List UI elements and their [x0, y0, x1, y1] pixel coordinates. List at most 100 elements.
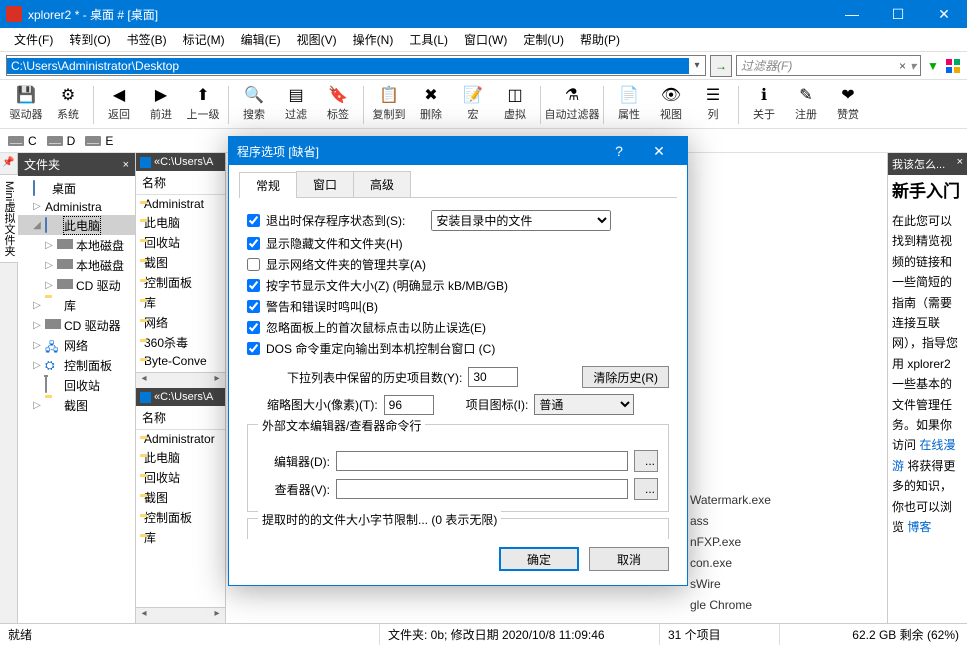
toolbar-button[interactable]: 📝宏	[453, 84, 493, 124]
tree-item[interactable]: ◢此电脑	[18, 215, 135, 235]
editor-input[interactable]	[336, 451, 628, 471]
expand-icon[interactable]: ▷	[32, 360, 42, 371]
pane1-tab[interactable]: «C:\Users\A	[136, 153, 225, 171]
tree-item[interactable]: 回收站	[18, 375, 135, 395]
expand-icon[interactable]: ▷	[44, 240, 54, 251]
tree-item[interactable]: ▷Administra	[18, 198, 135, 215]
dialog-tab[interactable]: 高级	[353, 171, 411, 197]
file-item[interactable]: con.exe	[690, 553, 771, 574]
list-item[interactable]: Administrat	[136, 195, 225, 212]
option-checkbox[interactable]	[247, 237, 260, 250]
menu-item[interactable]: 窗口(W)	[456, 29, 515, 50]
thumb-size-input[interactable]	[384, 395, 434, 415]
minimize-button[interactable]: —	[829, 0, 875, 28]
list-item[interactable]: 控制面板	[136, 272, 225, 292]
menu-item[interactable]: 编辑(E)	[233, 29, 289, 50]
pin-icon[interactable]: 📌	[2, 157, 14, 168]
ok-button[interactable]: 确定	[499, 547, 579, 571]
toolbar-button[interactable]: ⬆上一级	[183, 84, 223, 124]
menu-item[interactable]: 转到(O)	[61, 29, 118, 50]
item-icon-select[interactable]: 普通	[534, 394, 634, 415]
help-link-blog[interactable]: 博客	[907, 520, 931, 534]
option-checkbox[interactable]	[247, 300, 260, 313]
expand-icon[interactable]: ▷	[32, 400, 42, 411]
scrollbar-1[interactable]: ◂▸	[136, 372, 225, 388]
file-item[interactable]: sWire	[690, 574, 771, 595]
toolbar-button[interactable]: 📄属性	[609, 84, 649, 124]
drive-item[interactable]: E	[85, 134, 113, 148]
folder-tree[interactable]: 桌面▷Administra◢此电脑▷本地磁盘▷本地磁盘▷CD 驱动▷库▷CD 驱…	[18, 176, 135, 623]
menu-item[interactable]: 标记(M)	[175, 29, 233, 50]
toolbar-button[interactable]: 🔍搜索	[234, 84, 274, 124]
dialog-tab[interactable]: 常规	[239, 172, 297, 198]
address-input[interactable]: C:\Users\Administrator\Desktop ▾	[6, 55, 706, 76]
menu-item[interactable]: 书签(B)	[119, 29, 175, 50]
clear-history-button[interactable]: 清除历史(R)	[582, 366, 669, 388]
expand-icon[interactable]: ▷	[44, 280, 54, 291]
toolbar-button[interactable]: ⚗自动过滤器	[546, 84, 598, 124]
list-item[interactable]: 网络	[136, 312, 225, 332]
filter-dropdown-icon[interactable]: ▾	[910, 59, 916, 73]
save-location-select[interactable]: 安装目录中的文件	[431, 210, 611, 231]
toolbar-button[interactable]: 💾驱动器	[6, 84, 46, 124]
scrollbar-2[interactable]: ◂▸	[136, 607, 225, 623]
menu-item[interactable]: 定制(U)	[515, 29, 572, 50]
menu-item[interactable]: 操作(N)	[345, 29, 402, 50]
list-item[interactable]: 360杀毒	[136, 332, 225, 352]
toolbar-button[interactable]: ▤过滤	[276, 84, 316, 124]
toolbar-button[interactable]: ✖删除	[411, 84, 451, 124]
drive-item[interactable]: C	[8, 134, 37, 148]
list-item[interactable]: 控制面板	[136, 507, 225, 527]
pane2-tab[interactable]: «C:\Users\A	[136, 388, 225, 406]
tree-item[interactable]: ▷CD 驱动	[18, 275, 135, 295]
maximize-button[interactable]: ☐	[875, 0, 921, 28]
mini-virtual-tab[interactable]: Mini虚拟文件夹	[0, 174, 18, 263]
tree-item[interactable]: ▷🖧网络	[18, 335, 135, 355]
filter-input[interactable]: 过滤器(F) × ▾	[736, 55, 921, 76]
file-list-1[interactable]: Administrat此电脑回收站截图控制面板库网络360杀毒Byte-Conv…	[136, 195, 225, 372]
column-header-name[interactable]: 名称	[136, 171, 225, 195]
cancel-button[interactable]: 取消	[589, 547, 669, 571]
expand-icon[interactable]: ▷	[44, 260, 54, 271]
toolbar-button[interactable]: 👁视图	[651, 84, 691, 124]
dialog-help-button[interactable]: ?	[599, 143, 639, 159]
dialog-close-button[interactable]: ✕	[639, 143, 679, 160]
address-dropdown-icon[interactable]: ▾	[689, 60, 705, 71]
column-header-name-2[interactable]: 名称	[136, 406, 225, 430]
tree-item[interactable]: ▷截图	[18, 395, 135, 415]
menu-item[interactable]: 视图(V)	[289, 29, 345, 50]
toolbar-button[interactable]: ▶前进	[141, 84, 181, 124]
help-close-icon[interactable]: ×	[957, 156, 963, 172]
list-item[interactable]: 此电脑	[136, 212, 225, 232]
color-grid-icon[interactable]	[945, 58, 961, 74]
close-button[interactable]: ✕	[921, 0, 967, 28]
funnel-icon[interactable]: ▼	[925, 58, 941, 74]
option-checkbox[interactable]	[247, 321, 260, 334]
menu-item[interactable]: 帮助(P)	[572, 29, 628, 50]
file-item[interactable]: ass	[690, 511, 771, 532]
option-checkbox[interactable]	[247, 342, 260, 355]
filter-clear-icon[interactable]: ×	[899, 59, 906, 73]
expand-icon[interactable]: ▷	[32, 300, 42, 311]
list-item[interactable]: Byte-Conve	[136, 352, 225, 369]
tree-item[interactable]: ▷本地磁盘	[18, 255, 135, 275]
expand-icon[interactable]: ▷	[32, 340, 42, 351]
list-item[interactable]: Administrator	[136, 430, 225, 447]
expand-icon[interactable]: ▷	[32, 201, 42, 212]
drive-item[interactable]: D	[47, 134, 76, 148]
menu-item[interactable]: 文件(F)	[6, 29, 61, 50]
list-item[interactable]: 回收站	[136, 232, 225, 252]
toolbar-button[interactable]: ◀返回	[99, 84, 139, 124]
option-checkbox[interactable]	[247, 258, 260, 271]
file-item[interactable]: nFXP.exe	[690, 532, 771, 553]
toolbar-button[interactable]: 📋复制到	[369, 84, 409, 124]
toolbar-button[interactable]: ◫虚拟	[495, 84, 535, 124]
file-item[interactable]: gle Chrome	[690, 595, 771, 616]
address-path[interactable]: C:\Users\Administrator\Desktop	[7, 58, 689, 74]
list-item[interactable]: 回收站	[136, 467, 225, 487]
list-item[interactable]: 此电脑	[136, 447, 225, 467]
tree-item[interactable]: 桌面	[18, 178, 135, 198]
tree-item[interactable]: ▷CD 驱动器	[18, 315, 135, 335]
toolbar-button[interactable]: ❤赞赏	[828, 84, 868, 124]
option-checkbox[interactable]	[247, 279, 260, 292]
